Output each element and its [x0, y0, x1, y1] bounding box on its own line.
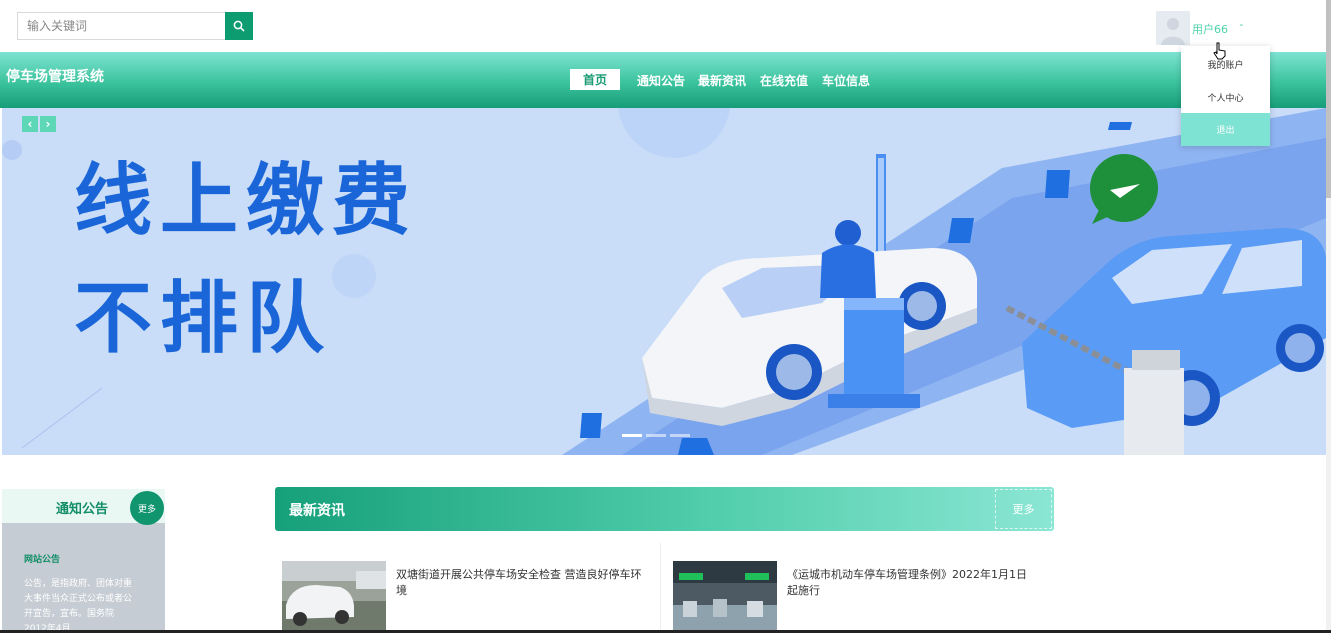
notice-more-button[interactable]: 更多 [130, 491, 164, 525]
banner-dot[interactable] [646, 434, 666, 437]
notice-title: 通知公告 [56, 502, 109, 517]
banner-dot[interactable] [622, 434, 642, 437]
dropdown-item-profile[interactable]: 个人中心 [1181, 81, 1270, 114]
user-dropdown: 我的账户 个人中心 退出 [1181, 46, 1270, 146]
news-item-title[interactable]: 《运城市机动车停车场管理条例》2022年1月1日起施行 [787, 567, 1037, 599]
nav-item-home[interactable]: 首页 [570, 69, 621, 90]
news-thumbnail[interactable] [673, 561, 777, 633]
scrollbar[interactable] [1326, 0, 1331, 633]
nav-item-news[interactable]: 最新资讯 [698, 72, 746, 89]
news-card[interactable]: 《运城市机动车停车场管理条例》2022年1月1日起施行 [661, 543, 1046, 633]
dropdown-item-logout[interactable]: 退出 [1181, 113, 1270, 146]
banner-next-button[interactable]: › [40, 116, 56, 132]
page: 用户66 ⌃ 停车场管理系统 首页 通知公告 最新资讯 在线充值 车位信息 我的… [0, 0, 1331, 633]
banner-headline-1: 线上缴费 [74, 156, 419, 246]
banner-dot[interactable] [670, 434, 690, 437]
parking-garage-image [673, 561, 777, 633]
search-icon [233, 20, 245, 32]
avatar-icon [1156, 11, 1190, 45]
avatar[interactable] [1156, 11, 1190, 45]
news-card[interactable]: 双塘街道开展公共停车场安全检查 营造良好停车环境 [270, 543, 655, 633]
notice-body[interactable]: 公告，是指政府、团体对重大事件当众正式公布或者公开宣告，宣布。国务院2012年4… [24, 577, 134, 633]
banner-pagination [622, 434, 690, 437]
top-bar: 用户66 ⌃ [0, 0, 1331, 52]
banner-prev-button[interactable]: ‹ [22, 116, 38, 132]
nav-item-notices[interactable]: 通知公告 [637, 72, 685, 89]
chevron-up-icon[interactable]: ⌃ [1238, 23, 1245, 32]
notice-panel: 通知公告 更多 网站公告 公告，是指政府、团体对重大事件当众正式公布或者公开宣告… [2, 489, 165, 633]
notice-header: 通知公告 更多 [2, 489, 165, 525]
banner-headline-2: 不排队 [74, 274, 333, 364]
search-button[interactable] [225, 12, 253, 40]
parked-cars-image [282, 561, 386, 633]
mouse-cursor-icon [1213, 42, 1226, 60]
search-input[interactable] [17, 12, 226, 40]
main-nav: 停车场管理系统 首页 通知公告 最新资讯 在线充值 车位信息 [0, 52, 1331, 108]
news-title: 最新资讯 [289, 503, 345, 519]
notice-subtitle[interactable]: 网站公告 [24, 552, 60, 565]
username[interactable]: 用户66 [1192, 21, 1228, 37]
news-item-title[interactable]: 双塘街道开展公共停车场安全检查 营造良好停车环境 [396, 567, 646, 599]
news-more-button[interactable]: 更多 [995, 489, 1052, 529]
user-menu[interactable]: 用户66 ⌃ [1156, 11, 1256, 45]
nav-item-parking-spaces[interactable]: 车位信息 [822, 72, 870, 89]
hero-banner[interactable]: ‹ › 线上缴费 不排队 [2, 108, 1326, 455]
news-header: 最新资讯 更多 [275, 487, 1054, 531]
search-box [17, 12, 253, 40]
nav-item-recharge[interactable]: 在线充值 [760, 72, 808, 89]
site-title: 停车场管理系统 [6, 69, 104, 85]
news-thumbnail[interactable] [282, 561, 386, 633]
scrollbar-thumb[interactable] [1326, 0, 1331, 198]
banner-arrows: ‹ › [22, 116, 56, 132]
